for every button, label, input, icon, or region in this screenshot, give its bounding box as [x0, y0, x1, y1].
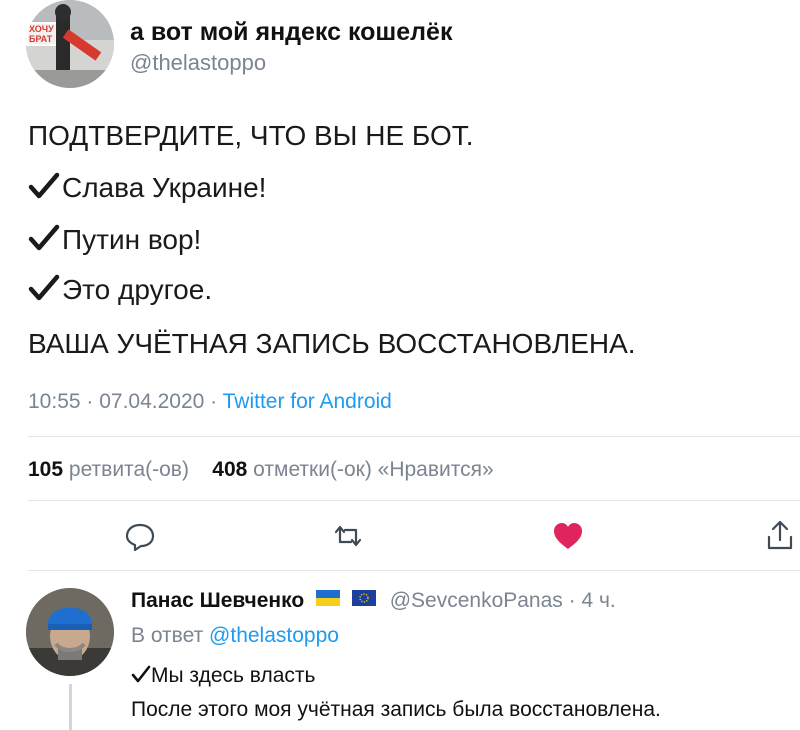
speech-bubble-icon — [125, 523, 155, 552]
check-mark-icon — [28, 172, 60, 199]
reply-author-name[interactable]: Панас Шевченко — [131, 589, 304, 612]
author-avatar[interactable]: ХОЧУ БРАТ — [26, 0, 114, 88]
check-mark-icon — [131, 665, 151, 683]
tweet-line-4: Это другое. — [28, 274, 212, 306]
in-reply-to: В ответ @thelastoppo — [131, 624, 339, 648]
reply-button[interactable] — [122, 518, 158, 554]
reply-line-1-text: Мы здесь власть — [151, 664, 316, 687]
author-handle[interactable]: @thelastoppo — [130, 50, 266, 76]
tweet-line-3-text: Путин вор! — [62, 224, 202, 255]
in-reply-prefix: В ответ — [131, 624, 210, 647]
divider — [28, 570, 800, 571]
check-mark-icon — [28, 224, 60, 251]
check-mark-icon — [28, 274, 60, 301]
eu-flag-icon — [351, 590, 376, 606]
avatar-sign-text: ХОЧУ БРАТ — [29, 24, 54, 44]
share-icon — [767, 520, 793, 550]
ukraine-flag-icon — [316, 590, 341, 606]
divider — [28, 436, 800, 437]
thread-line — [69, 684, 72, 730]
share-button[interactable] — [762, 518, 798, 554]
likes-label: отметки(-ок) «Нравится» — [253, 458, 494, 481]
reply-author-handle-time[interactable]: @SevcenkoPanas · 4 ч. — [390, 589, 616, 612]
retweets-count: 105 — [28, 458, 64, 481]
reply-header: Панас Шевченко @SevcenkoPanas · 4 ч. — [131, 589, 616, 613]
tweet-timestamp[interactable]: 10:55 · 07.04.2020 · — [28, 390, 223, 413]
reply-line-2: После этого моя учётная запись была восс… — [131, 698, 661, 721]
tweet-line-1: ПОДТВЕРДИТЕ, ЧТО ВЫ НЕ БОТ. — [28, 120, 474, 151]
tweet-source-link[interactable]: Twitter for Android — [223, 390, 392, 413]
tweet-line-3: Путин вор! — [28, 224, 201, 256]
likes-count: 408 — [212, 458, 248, 481]
in-reply-handle-link[interactable]: @thelastoppo — [209, 624, 339, 647]
heart-icon — [554, 523, 582, 549]
retweet-button[interactable] — [330, 518, 366, 554]
retweets-label: ретвита(-ов) — [68, 458, 189, 481]
reply-line-1: Мы здесь власть — [131, 664, 315, 688]
author-display-name[interactable]: а вот мой яндекс кошелёк — [130, 18, 452, 47]
tweet-line-2-text: Слава Украине! — [62, 172, 267, 203]
tweet-line-2: Слава Украине! — [28, 172, 266, 204]
reply-author-avatar[interactable] — [26, 588, 114, 676]
retweet-icon — [334, 525, 362, 547]
tweet-line-5: ВАША УЧЁТНАЯ ЗАПИСЬ ВОССТАНОВЛЕНА. — [28, 328, 636, 359]
likes-stat[interactable]: 408 отметки(-ок) «Нравится» — [212, 458, 493, 481]
retweets-stat[interactable]: 105 ретвита(-ов) — [28, 458, 189, 481]
tweet-line-4-text: Это другое. — [62, 274, 213, 305]
tweet-stats: 105 ретвита(-ов) 408 отметки(-ок) «Нрави… — [28, 458, 494, 482]
like-button[interactable] — [550, 518, 586, 554]
tweet-meta: 10:55 · 07.04.2020 · Twitter for Android — [28, 390, 392, 414]
divider — [28, 500, 800, 501]
